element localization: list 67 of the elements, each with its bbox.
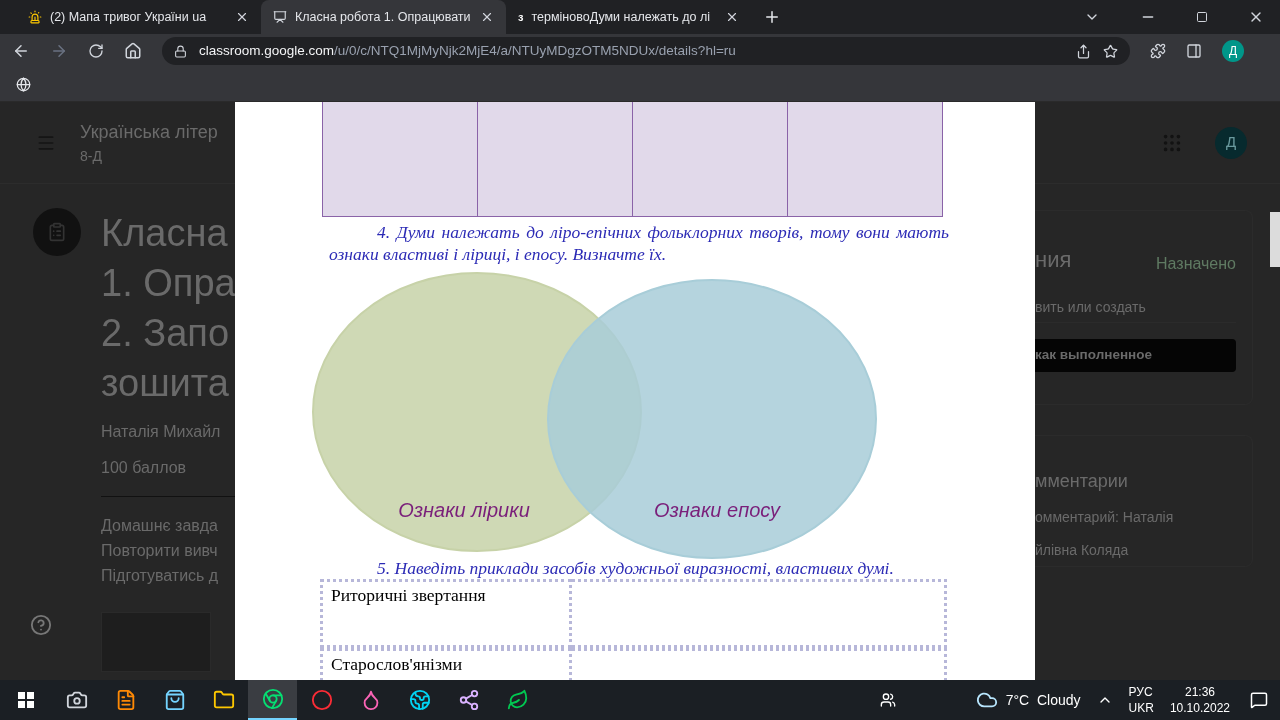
- description-text: Домашнє завда: [101, 516, 219, 536]
- tab-title: (2) Мапа тривог України uа: [50, 8, 208, 26]
- course-name: Українська літер: [80, 120, 218, 144]
- notifications-icon[interactable]: [1250, 691, 1268, 709]
- description-text: Повторити вивч: [101, 541, 219, 561]
- people-icon[interactable]: [879, 692, 896, 708]
- assignment-title: Класна: [101, 211, 229, 256]
- help-icon[interactable]: [30, 614, 52, 636]
- user-avatar[interactable]: Д: [1215, 126, 1247, 159]
- bookmark-star-icon[interactable]: [1103, 43, 1118, 59]
- points-text: 100 баллов: [101, 458, 188, 478]
- tab-title: Класна робота 1. Опрацювати: [295, 8, 472, 26]
- folder-icon: [212, 689, 235, 711]
- assignment-title: 1. Опра: [101, 261, 237, 306]
- assignment-icon: [33, 208, 81, 256]
- globe-icon[interactable]: [16, 77, 31, 92]
- browser-tab[interactable]: (2) Мапа тривог України uа: [16, 0, 261, 34]
- work-heading: ния: [1035, 246, 1072, 274]
- close-icon[interactable]: [235, 10, 249, 24]
- scrollbar-thumb[interactable]: [1270, 212, 1280, 267]
- assignment-title: 2. Запо: [101, 311, 231, 356]
- question-text: 5. Наведіть приклади засобів художньої виразності, властивих думі.: [377, 557, 894, 579]
- browser-icon: [261, 688, 284, 710]
- share-icon[interactable]: [1076, 43, 1091, 59]
- new-tab-icon[interactable]: [763, 8, 781, 26]
- back-icon[interactable]: [12, 42, 30, 60]
- lock-icon: [174, 44, 187, 58]
- description-text: Підготуватись д: [101, 566, 220, 586]
- extensions-icon[interactable]: [1150, 43, 1166, 59]
- reload-icon[interactable]: [88, 43, 104, 59]
- url-text: classroom.google.com/u/0/c/NTQ1MjMyNjk2MjE4/a/NTUyMDgzOTM5NDUx/details?hl=ru: [199, 41, 737, 60]
- venn-label: Ознаки лірики: [398, 499, 530, 521]
- nodes-icon: [457, 689, 480, 711]
- profile-avatar[interactable]: Д: [1222, 40, 1244, 62]
- tab-title: терміновоДуми належать до лі: [531, 8, 712, 26]
- clock-time[interactable]: 21:36: [1184, 684, 1215, 700]
- mark-done-button[interactable]: как выполненное: [1035, 339, 1236, 372]
- language-text[interactable]: UKR: [1128, 700, 1154, 716]
- forward-icon[interactable]: [50, 42, 68, 60]
- comments-heading: мментарии: [1035, 470, 1129, 493]
- venn-label: Ознаки епосу: [653, 499, 781, 521]
- classroom-icon: [273, 10, 287, 24]
- clock-date[interactable]: 10.10.2022: [1169, 700, 1230, 716]
- teacher-name: Наталія Михайл: [101, 422, 222, 442]
- globe-icon: [408, 689, 431, 711]
- assignment-title: зошита: [101, 361, 230, 406]
- siren-icon: [28, 10, 42, 24]
- shopping-bag-icon: [163, 689, 186, 711]
- favicon-letter: з: [518, 9, 524, 25]
- address-bar[interactable]: classroom.google.com/u/0/c/NTQ1MjMyNjk2MjE4/a/NTUyMDgzOTM5NDUx/details?hl=ru: [162, 37, 1130, 65]
- close-icon[interactable]: [725, 10, 739, 24]
- restore-icon[interactable]: [1196, 11, 1208, 23]
- browser-tab[interactable]: з терміновоДуми належать до лі: [506, 0, 751, 34]
- weather-text[interactable]: 7°C Cloudy: [1005, 689, 1081, 711]
- language-text[interactable]: РУС: [1128, 684, 1154, 700]
- ring-icon: [310, 689, 333, 711]
- status-text: Назначено: [1156, 254, 1236, 274]
- course-section: 8-Д: [80, 145, 218, 167]
- browser-tab[interactable]: Класна робота 1. Опрацювати: [261, 0, 506, 34]
- leaf-icon: [506, 689, 529, 711]
- home-icon[interactable]: [124, 42, 142, 60]
- close-icon[interactable]: [480, 10, 494, 24]
- question-text: 4. Думи належать до ліро-епічних фольклорних творів, тому вони мають ознаки властиві і ліриці, і епосу. Визначте їх.: [329, 221, 949, 265]
- taskbar-app[interactable]: [248, 680, 297, 720]
- table-cell: Риторичні звертання: [320, 579, 572, 648]
- side-panel-icon[interactable]: [1186, 43, 1202, 59]
- camera-icon: [65, 689, 88, 711]
